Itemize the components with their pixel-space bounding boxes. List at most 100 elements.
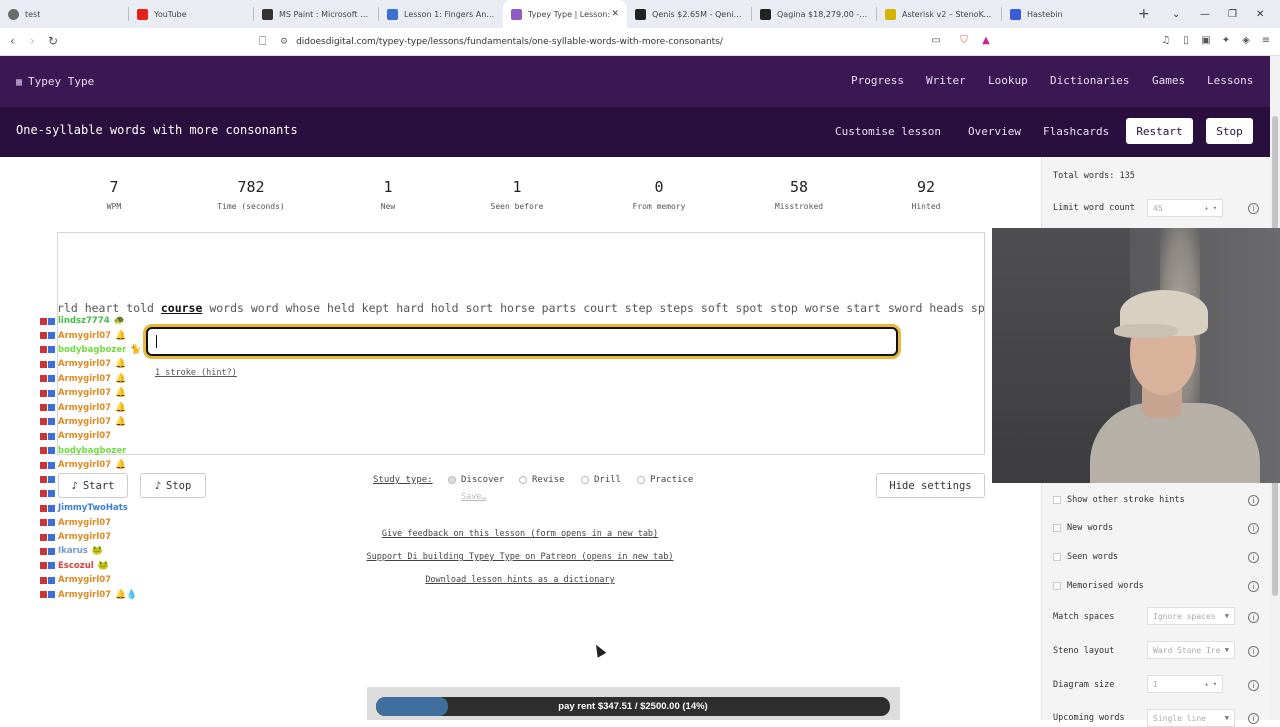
back-icon[interactable]: ‹ bbox=[10, 34, 15, 48]
nav-lessons[interactable]: Lessons bbox=[1207, 74, 1253, 87]
hide-settings-button[interactable]: Hide settings bbox=[876, 473, 985, 498]
download-hints-link[interactable]: Download lesson hints as a dictionary bbox=[300, 575, 740, 585]
moderator-badge-icon bbox=[40, 389, 47, 397]
chat-emote: 🔔 bbox=[115, 388, 127, 399]
info-icon[interactable]: i bbox=[1248, 203, 1259, 214]
upcoming-words-line: rld heart told course words word whose h… bbox=[57, 301, 985, 315]
close-tab-icon[interactable]: ✕ bbox=[611, 9, 619, 19]
nav-writer[interactable]: Writer bbox=[926, 74, 966, 87]
brave-shield-icon[interactable]: ⛉ bbox=[958, 35, 970, 47]
flag-badge-icon bbox=[48, 504, 55, 512]
chat-emote: 🐸 bbox=[91, 546, 104, 557]
steno-layout-select[interactable]: Ward Stone Ire ▼ bbox=[1147, 641, 1235, 659]
start-button[interactable]: ♪ Start bbox=[58, 473, 128, 498]
stat-new: 1 New bbox=[380, 178, 396, 211]
tab-hastebin[interactable]: Hastebin bbox=[1002, 0, 1126, 28]
upcoming-words-select[interactable]: Single line ▼ bbox=[1147, 709, 1235, 727]
menu-icon[interactable]: ≡ bbox=[1260, 35, 1272, 47]
info-icon[interactable]: i bbox=[1248, 680, 1259, 691]
patreon-link[interactable]: Support Di building Typey Type on Patreo… bbox=[300, 552, 740, 562]
info-icon[interactable]: i bbox=[1248, 713, 1259, 724]
checkbox-memorised-words[interactable]: Memorised words bbox=[1053, 581, 1144, 591]
site-info-icon[interactable]: ⚙ bbox=[280, 37, 288, 47]
tab-qenis[interactable]: Qenis $2.65M - Qenis / S bbox=[627, 0, 751, 28]
url-field[interactable]: ⚙ didoesdigital.com/typey-type/lessons/f… bbox=[280, 33, 960, 51]
url-text: didoesdigital.com/typey-type/lessons/fun… bbox=[296, 37, 723, 47]
nav-lookup[interactable]: Lookup bbox=[988, 74, 1028, 87]
music-icon[interactable]: ♫ bbox=[1160, 35, 1172, 47]
feedback-link[interactable]: Give feedback on this lesson (form opens… bbox=[300, 529, 740, 539]
chat-username: Armygirl07 bbox=[58, 402, 112, 413]
info-icon[interactable]: i bbox=[1248, 612, 1259, 623]
extensions-icon[interactable]: ✦ bbox=[1220, 35, 1232, 47]
match-spaces-select[interactable]: Ignore spaces ▼ bbox=[1147, 607, 1235, 625]
restart-button[interactable]: Restart bbox=[1126, 118, 1193, 144]
tab-youtube[interactable]: YouTube bbox=[129, 0, 253, 28]
flag-badge-icon bbox=[48, 432, 55, 440]
stop-metronome-button[interactable]: ♪ Stop bbox=[140, 473, 206, 498]
flag-badge-icon bbox=[48, 519, 55, 527]
study-type-discover[interactable]: Discover bbox=[448, 475, 504, 485]
mouse-cursor bbox=[591, 642, 607, 658]
forward-icon[interactable]: › bbox=[30, 34, 35, 48]
chat-message: Armygirl07 🔔💧 bbox=[40, 587, 300, 601]
nav-progress[interactable]: Progress bbox=[851, 74, 904, 87]
upcoming-words-label: Upcoming words bbox=[1053, 713, 1125, 723]
chat-emote: 🔔 bbox=[115, 359, 127, 370]
rewards-icon[interactable]: ▲ bbox=[980, 35, 992, 47]
flag-badge-icon bbox=[48, 591, 55, 599]
info-icon[interactable]: i bbox=[1248, 495, 1259, 506]
paint-icon bbox=[262, 8, 273, 20]
info-icon[interactable]: i bbox=[1248, 552, 1259, 563]
nav-dictionaries[interactable]: Dictionaries bbox=[1050, 74, 1129, 87]
chat-message: Armygirl07 🔔 bbox=[40, 357, 300, 371]
wallet-icon[interactable]: ▣ bbox=[1200, 35, 1212, 47]
stop-button[interactable]: Stop bbox=[1206, 118, 1253, 144]
diagram-size-input[interactable]: 1 ▴ ▾ bbox=[1147, 675, 1223, 693]
chat-message: Armygirl07 🔔 bbox=[40, 328, 300, 342]
close-window-icon[interactable]: ✕ bbox=[1256, 0, 1264, 28]
bookmark-icon[interactable]: ⎕ bbox=[259, 34, 266, 49]
study-type-practice[interactable]: Practice bbox=[637, 475, 693, 485]
tab-test[interactable]: test bbox=[0, 0, 128, 28]
checkbox-new-words[interactable]: New words bbox=[1053, 523, 1113, 533]
moderator-badge-icon bbox=[40, 547, 47, 555]
chat-emote: 🐢 bbox=[113, 316, 125, 327]
tab-typey-type[interactable]: Typey Type | Lesson: ✕ bbox=[503, 0, 627, 28]
vpn-icon[interactable]: ◈ bbox=[1240, 35, 1252, 47]
tab-ms-paint[interactable]: MS Paint : Microsoft Paint bbox=[254, 0, 378, 28]
chat-username: Armygirl07 bbox=[58, 575, 112, 586]
sidebar-icon[interactable]: ▯ bbox=[1180, 35, 1192, 47]
limit-word-count-input[interactable]: 45 ▴ ▾ bbox=[1147, 199, 1223, 217]
chat-username: Armygirl07 bbox=[58, 330, 112, 341]
tab-search-icon[interactable]: ⌄ bbox=[1172, 0, 1180, 28]
study-type-revise[interactable]: Revise bbox=[519, 475, 565, 485]
tab-asterisk[interactable]: Asterisk v2 – StenoKeybo bbox=[877, 0, 1001, 28]
checkbox-seen-words[interactable]: Seen words bbox=[1053, 552, 1118, 562]
cast-icon[interactable]: ▭ bbox=[930, 35, 942, 47]
site-logo[interactable]: ▦ Typey Type bbox=[16, 75, 94, 88]
flag-badge-icon bbox=[48, 461, 55, 469]
info-icon[interactable]: i bbox=[1248, 523, 1259, 534]
flashcards-link[interactable]: Flashcards bbox=[1043, 125, 1109, 138]
flag-badge-icon bbox=[48, 562, 55, 570]
chat-username: JimmyTwoHats bbox=[58, 503, 128, 514]
overview-link[interactable]: Overview bbox=[968, 125, 1021, 138]
new-tab-button[interactable]: + bbox=[1138, 6, 1150, 22]
stepper-icon[interactable]: ▴ ▾ bbox=[1204, 680, 1217, 688]
info-icon[interactable]: i bbox=[1248, 646, 1259, 657]
study-type-drill[interactable]: Drill bbox=[581, 475, 621, 485]
chat-emote: 🔔 bbox=[115, 460, 127, 471]
save-study-type-link[interactable]: Save… bbox=[461, 492, 487, 502]
checkbox-show-other-hints[interactable]: Show other stroke hints bbox=[1053, 495, 1185, 505]
tab-lesson-1[interactable]: Lesson 1: Fingers And Key bbox=[379, 0, 503, 28]
minimize-icon[interactable]: — bbox=[1200, 0, 1210, 28]
stepper-icon[interactable]: ▴ ▾ bbox=[1204, 204, 1217, 212]
restore-icon[interactable]: ❐ bbox=[1228, 0, 1237, 28]
reload-icon[interactable]: ↻ bbox=[48, 34, 58, 48]
tab-qagina[interactable]: Qagina $18,279.00 - Qag bbox=[752, 0, 876, 28]
flag-badge-icon bbox=[48, 475, 55, 483]
customise-lesson-link[interactable]: Customise lesson bbox=[835, 125, 941, 138]
nav-games[interactable]: Games bbox=[1152, 74, 1185, 87]
info-icon[interactable]: i bbox=[1248, 581, 1259, 592]
